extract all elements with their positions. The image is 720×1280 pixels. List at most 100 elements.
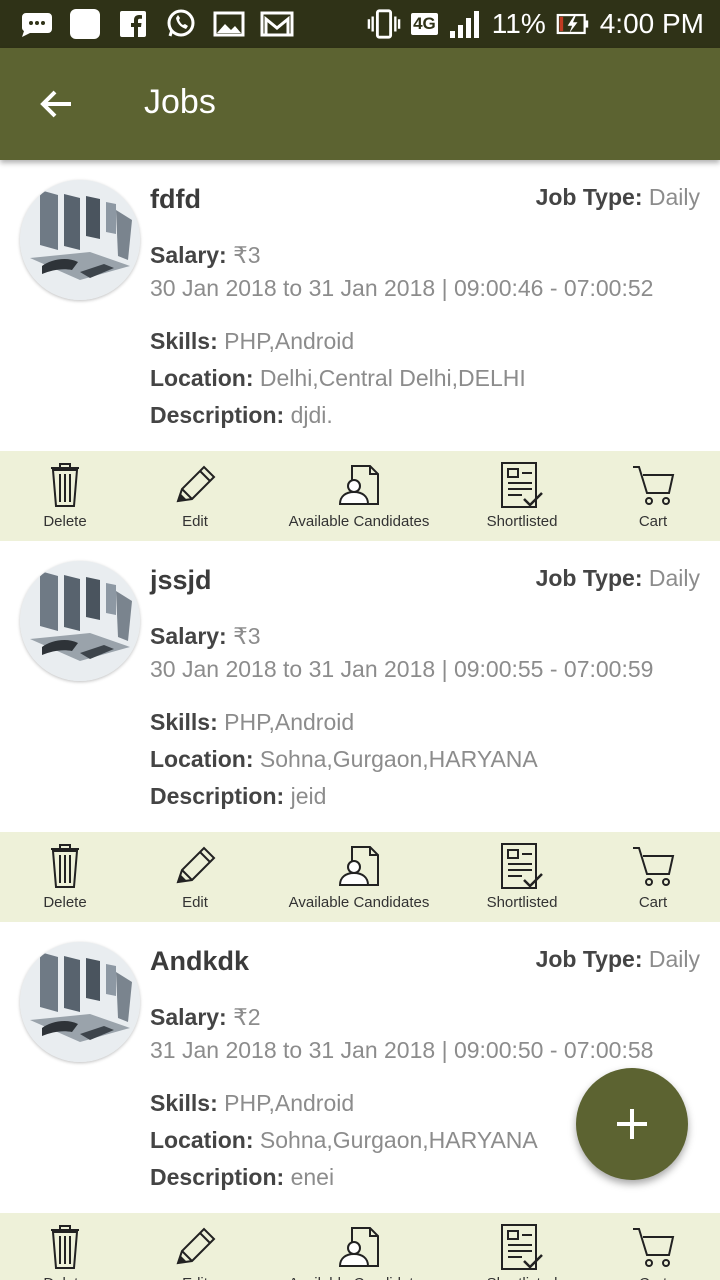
job-details[interactable]: jssjd Job Type: Daily Salary: ₹3 30 Jan … bbox=[0, 541, 720, 832]
job-card[interactable]: fdfd Job Type: Daily Salary: ₹3 30 Jan 2… bbox=[0, 160, 720, 541]
candidate-document-icon bbox=[338, 846, 379, 886]
edit-label: Edit bbox=[182, 1275, 208, 1280]
shortlisted-button[interactable]: Shortlisted bbox=[458, 1213, 586, 1280]
battery-percent: 11% bbox=[491, 8, 546, 39]
skills-value: PHP,Android bbox=[224, 1090, 355, 1116]
trash-icon bbox=[51, 844, 79, 888]
candidate-document-icon bbox=[338, 465, 379, 505]
delete-button[interactable]: Delete bbox=[0, 451, 130, 541]
delete-button[interactable]: Delete bbox=[0, 832, 130, 922]
description-value: enei bbox=[290, 1164, 335, 1190]
checklist-icon bbox=[501, 462, 543, 508]
shortlisted-button[interactable]: Shortlisted bbox=[458, 451, 586, 541]
edit-label: Edit bbox=[182, 513, 208, 530]
pencil-icon bbox=[176, 1227, 216, 1265]
job-type-value: Daily bbox=[648, 184, 700, 210]
delete-label: Delete bbox=[43, 894, 87, 911]
whatsapp-icon bbox=[164, 8, 198, 40]
edit-button[interactable]: Edit bbox=[130, 451, 260, 541]
edit-button[interactable]: Edit bbox=[130, 1213, 260, 1280]
location-label: Location: bbox=[150, 1127, 254, 1153]
network-type: 4G bbox=[411, 13, 438, 35]
trash-icon bbox=[51, 463, 79, 507]
edit-button[interactable]: Edit bbox=[130, 832, 260, 922]
available-candidates-label: Available Candidates bbox=[288, 513, 430, 530]
available-candidates-label: Available Candidates bbox=[288, 894, 430, 911]
cart-icon bbox=[633, 1228, 675, 1267]
salary-row: Salary: ₹3 bbox=[150, 242, 261, 269]
location-value: Delhi,Central Delhi,DELHI bbox=[259, 365, 526, 391]
pencil-icon bbox=[176, 465, 216, 503]
job-title: fdfd bbox=[150, 184, 201, 214]
cart-icon bbox=[633, 847, 675, 886]
job-details[interactable]: fdfd Job Type: Daily Salary: ₹3 30 Jan 2… bbox=[0, 160, 720, 451]
salary-row: Salary: ₹2 bbox=[150, 1004, 261, 1031]
add-job-button[interactable] bbox=[576, 1068, 688, 1180]
description-value: djdi. bbox=[290, 402, 333, 428]
job-type-label: Job Type: bbox=[535, 184, 643, 210]
location-row: Location: Sohna,Gurgaon,HARYANA bbox=[150, 746, 538, 773]
skills-value: PHP,Android bbox=[224, 709, 355, 735]
cart-icon bbox=[633, 466, 675, 505]
back-button[interactable] bbox=[24, 80, 88, 128]
battery-charging-icon bbox=[556, 8, 590, 40]
job-actions: Delete Edit Available Candidates Shortli… bbox=[0, 832, 720, 922]
skills-row: Skills: PHP,Android bbox=[150, 1090, 354, 1117]
job-type: Job Type: Daily bbox=[536, 946, 700, 973]
salary-value: ₹2 bbox=[233, 1004, 261, 1030]
available-candidates-button[interactable]: Available Candidates bbox=[260, 832, 458, 922]
checklist-icon bbox=[501, 1224, 543, 1270]
status-bar: 4G 11% 4:00 PM bbox=[0, 0, 720, 48]
cart-label: Cart bbox=[639, 1275, 667, 1280]
skills-row: Skills: PHP,Android bbox=[150, 328, 354, 355]
location-row: Location: Sohna,Gurgaon,HARYANA bbox=[150, 1127, 538, 1154]
clock: 4:00 PM bbox=[599, 8, 704, 39]
description-label: Description: bbox=[150, 1164, 285, 1190]
available-candidates-button[interactable]: Available Candidates bbox=[260, 1213, 458, 1280]
salary-label: Salary: bbox=[150, 1004, 227, 1030]
skills-label: Skills: bbox=[150, 709, 218, 735]
system-icons: 4G 11% 4:00 PM bbox=[367, 8, 704, 40]
cart-button[interactable]: Cart bbox=[586, 451, 720, 541]
location-row: Location: Delhi,Central Delhi,DELHI bbox=[150, 365, 526, 392]
skills-value: PHP,Android bbox=[224, 328, 355, 354]
vibrate-icon bbox=[367, 8, 401, 40]
location-value: Sohna,Gurgaon,HARYANA bbox=[259, 1127, 538, 1153]
location-value: Sohna,Gurgaon,HARYANA bbox=[259, 746, 538, 772]
salary-label: Salary: bbox=[150, 242, 227, 268]
notification-icons bbox=[20, 8, 294, 40]
job-title: jssjd bbox=[150, 565, 212, 595]
available-candidates-label: Available Candidates bbox=[289, 1275, 430, 1280]
description-value: jeid bbox=[290, 783, 327, 809]
job-type: Job Type: Daily bbox=[536, 565, 700, 592]
delete-button[interactable]: Delete bbox=[0, 1213, 130, 1280]
job-actions: Delete Edit Available Candidates Shortli… bbox=[0, 1213, 720, 1280]
description-row: Description: enei bbox=[150, 1164, 334, 1191]
plus-icon bbox=[617, 1109, 647, 1139]
trash-icon bbox=[51, 1225, 79, 1269]
location-label: Location: bbox=[150, 746, 254, 772]
description-label: Description: bbox=[150, 783, 285, 809]
job-dates: 30 Jan 2018 to 31 Jan 2018 | 09:00:55 - … bbox=[150, 656, 654, 682]
page-title: Jobs bbox=[144, 83, 216, 121]
delete-label: Delete bbox=[43, 513, 87, 530]
edit-label: Edit bbox=[182, 894, 208, 911]
job-dates: 31 Jan 2018 to 31 Jan 2018 | 09:00:50 - … bbox=[150, 1037, 654, 1063]
salary-value: ₹3 bbox=[233, 242, 261, 268]
available-candidates-button[interactable]: Available Candidates bbox=[260, 451, 458, 541]
shortlisted-button[interactable]: Shortlisted bbox=[458, 832, 586, 922]
salary-value: ₹3 bbox=[233, 623, 261, 649]
signal-icon bbox=[448, 8, 482, 40]
shortlisted-label: Shortlisted bbox=[487, 1275, 558, 1280]
job-type-value: Daily bbox=[648, 565, 700, 591]
location-label: Location: bbox=[150, 365, 254, 391]
job-card[interactable]: jssjd Job Type: Daily Salary: ₹3 30 Jan … bbox=[0, 541, 720, 922]
job-avatar bbox=[20, 180, 140, 300]
cart-button[interactable]: Cart bbox=[586, 1213, 720, 1280]
job-title: Andkdk bbox=[150, 946, 250, 976]
gmail-icon bbox=[260, 8, 294, 40]
job-actions: Delete Edit Available Candidates Shortli… bbox=[0, 451, 720, 541]
job-avatar bbox=[20, 942, 140, 1062]
cart-button[interactable]: Cart bbox=[586, 832, 720, 922]
gallery-icon bbox=[212, 8, 246, 40]
